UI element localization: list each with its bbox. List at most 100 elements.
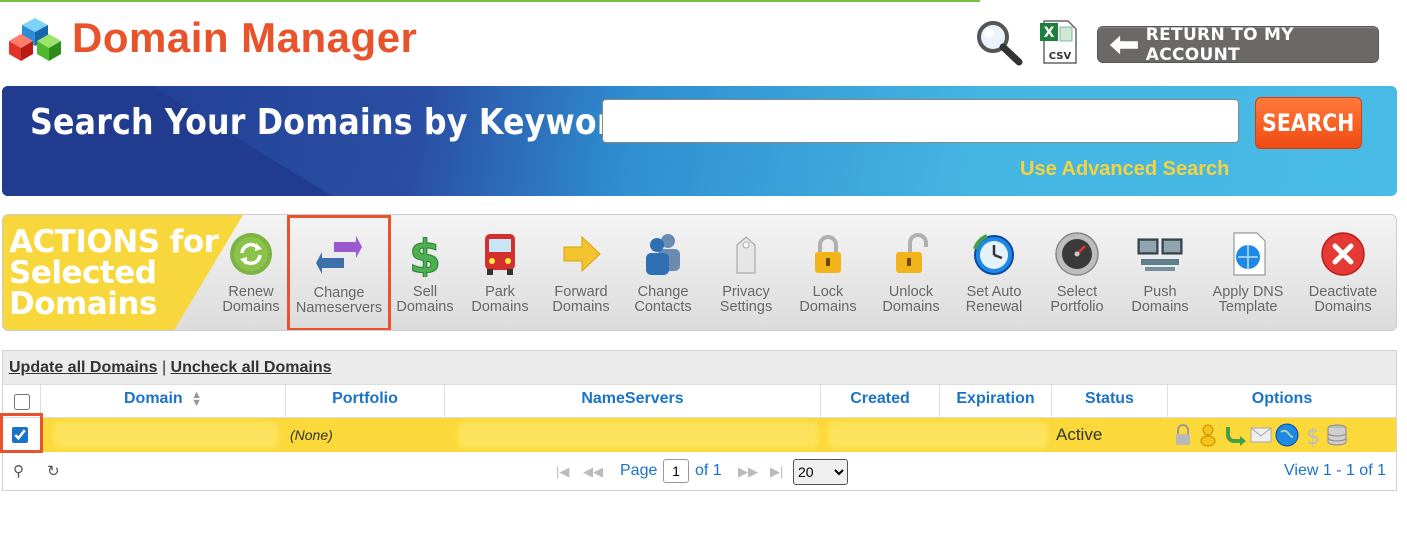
last-page-icon[interactable]: ▶| (770, 464, 783, 480)
keyword-search-input[interactable] (602, 99, 1239, 143)
column-nameservers[interactable]: NameServers (445, 385, 821, 418)
forward-arrow-icon (563, 235, 601, 273)
lock-icon[interactable] (1171, 423, 1195, 447)
grid-toolbar: Update all Domains | Uncheck all Domains (3, 351, 1396, 384)
action-label: Domains (471, 299, 529, 315)
column-domain-label: Domain (123, 390, 183, 407)
action-label: Lock (812, 284, 844, 300)
search-button[interactable]: SEARCH (1255, 97, 1362, 149)
prev-page-icon[interactable]: ◀◀ (583, 464, 603, 480)
action-change-contacts[interactable]: Change Contacts (627, 215, 699, 330)
dns-template-icon (1233, 232, 1266, 276)
page-title: Domain Manager (72, 14, 418, 61)
magnifier-search-icon[interactable] (974, 18, 1024, 66)
dollar-icon[interactable]: $ (1301, 423, 1325, 447)
dates-redacted (828, 422, 1048, 448)
action-label: Privacy (722, 284, 770, 300)
action-deactivate-domains[interactable]: Deactivate Domains (1301, 215, 1385, 330)
action-label: Change (637, 284, 689, 300)
globe-icon[interactable] (1275, 423, 1299, 447)
csv-export-icon[interactable]: X CSV (1036, 19, 1082, 65)
top-accent-line (0, 0, 980, 2)
svg-text:$: $ (1306, 425, 1320, 447)
select-all-checkbox[interactable] (13, 394, 30, 410)
action-label: Change (313, 285, 365, 301)
unlock-icon (896, 233, 928, 273)
action-set-auto-renewal[interactable]: Set Auto Renewal (957, 215, 1031, 330)
action-label: Domains (799, 299, 857, 315)
column-status[interactable]: Status (1052, 385, 1168, 418)
action-privacy-settings[interactable]: Privacy Settings (711, 215, 781, 330)
action-renew-domains[interactable]: Renew Domains (211, 215, 291, 330)
clock-icon (973, 234, 1014, 275)
action-unlock-domains[interactable]: Unlock Domains (875, 215, 947, 330)
action-label: Template (1218, 299, 1278, 315)
action-label: Renew (228, 284, 274, 300)
action-label: Apply DNS (1212, 284, 1284, 300)
user-icon[interactable] (1196, 423, 1220, 447)
action-label: Sell (412, 284, 438, 300)
column-portfolio[interactable]: Portfolio (286, 385, 445, 418)
action-lock-domains[interactable]: Lock Domains (793, 215, 863, 330)
action-label: Unlock (888, 284, 934, 300)
actions-toolbar: ACTIONS for Selected Domains Renew Domain… (2, 214, 1397, 331)
redirect-arrow-icon[interactable] (1223, 423, 1247, 447)
action-change-nameservers[interactable]: Change Nameservers (287, 215, 391, 330)
page-of-label: of 1 (695, 462, 722, 479)
table-row[interactable]: (None) Active $ (3, 418, 1396, 452)
keyword-search-bar: Search Your Domains by Keyword SEARCH Us… (2, 86, 1397, 196)
advanced-search-link[interactable]: Use Advanced Search (1020, 158, 1229, 181)
domains-grid: Update all Domains | Uncheck all Domains… (2, 350, 1397, 491)
first-page-icon[interactable]: |◀ (556, 464, 569, 480)
action-park-domains[interactable]: Park Domains (465, 215, 535, 330)
uncheck-all-domains-link[interactable]: Uncheck all Domains (171, 359, 332, 376)
search-title: Search Your Domains by Keyword (30, 102, 636, 143)
action-forward-domains[interactable]: Forward Domains (543, 215, 619, 330)
return-label: RETURN TO MY ACCOUNT (1145, 24, 1294, 65)
database-icon[interactable] (1325, 423, 1349, 447)
search-button-label: SEARCH (1262, 109, 1355, 137)
bus-icon (485, 234, 515, 275)
action-label: Push (1143, 284, 1177, 300)
next-page-icon[interactable]: ▶▶ (738, 464, 758, 480)
action-label: Domains (882, 299, 940, 315)
action-sell-domains[interactable]: $ Sell Domains (391, 215, 459, 330)
actions-title-line: Selected (9, 255, 157, 291)
row-status: Active (1056, 425, 1103, 444)
update-all-domains-link[interactable]: Update all Domains (9, 359, 157, 376)
csv-label: CSV (1049, 51, 1072, 62)
action-label: Domains (1314, 299, 1372, 315)
page-label: Page (620, 462, 658, 479)
page-number-input[interactable] (663, 459, 689, 483)
action-push-domains[interactable]: Push Domains (1123, 215, 1197, 330)
selected-checkbox-highlight (0, 413, 43, 453)
action-label: Portfolio (1050, 299, 1104, 315)
column-expiration[interactable]: Expiration (940, 385, 1052, 418)
action-apply-dns-template[interactable]: Apply DNS Template (1205, 215, 1291, 330)
action-label: Park (485, 284, 515, 300)
action-label: Deactivate (1308, 284, 1378, 300)
action-select-portfolio[interactable]: Select Portfolio (1039, 215, 1115, 330)
nameservers-redacted (458, 422, 818, 448)
gauge-icon (1055, 232, 1099, 276)
sort-arrows-icon: ▲ ▼ (191, 388, 202, 409)
return-to-account-button[interactable]: RETURN TO MY ACCOUNT (1097, 24, 1379, 65)
privacy-tag-icon (736, 236, 756, 274)
svg-text:$: $ (409, 231, 441, 277)
dollar-icon: $ (408, 231, 441, 277)
action-label: Domains (1131, 299, 1189, 315)
actions-title-line: Domains (9, 286, 157, 322)
column-created[interactable]: Created (821, 385, 940, 418)
row-portfolio: (None) (290, 427, 333, 443)
actions-title-line: ACTIONS for (9, 224, 219, 260)
refresh-grid-icon[interactable]: ↻ (47, 462, 60, 480)
column-options: Options (1251, 390, 1313, 407)
grid-pager: ⚲ ↻ |◀ ◀◀ Page of 1 ▶▶ ▶| 20 View 1 - 1 … (3, 452, 1396, 490)
search-grid-icon[interactable]: ⚲ (13, 462, 24, 480)
page-size-select[interactable]: 20 (793, 459, 848, 485)
action-label: Domains (552, 299, 610, 315)
column-domain[interactable]: Domain ▲ ▼ (41, 385, 286, 418)
email-icon[interactable] (1249, 423, 1273, 447)
cubes-logo-icon (9, 18, 61, 61)
domain-name-redacted (53, 422, 278, 448)
